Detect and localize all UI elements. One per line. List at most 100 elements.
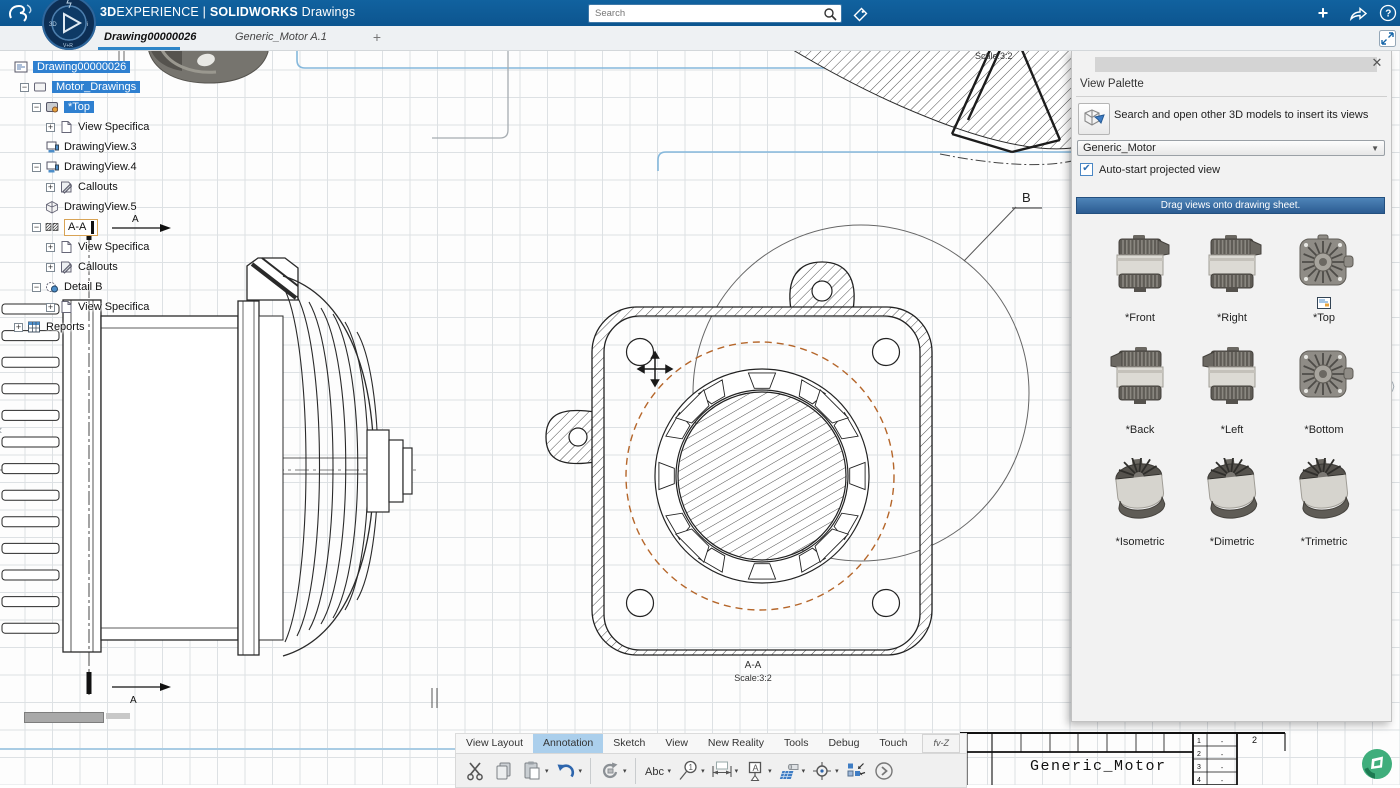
chevron-down-icon[interactable]: ▾ <box>701 767 705 775</box>
rebuild-button[interactable]: ▾ <box>596 757 630 785</box>
tree-item-a-a[interactable]: − A-A <box>6 217 149 237</box>
collapse-icon[interactable]: − <box>20 83 29 92</box>
chevron-down-icon[interactable]: ▾ <box>768 767 772 775</box>
collapse-icon[interactable]: − <box>32 163 41 172</box>
chevron-down-icon[interactable]: ▾ <box>668 767 672 775</box>
more-tools-button[interactable] <box>870 757 898 785</box>
copy-button[interactable] <box>490 757 518 785</box>
horizontal-scrollbar-track[interactable] <box>106 713 130 719</box>
horizontal-scrollbar-thumb[interactable] <box>24 712 104 723</box>
motor-thumbnail-image[interactable] <box>1292 458 1356 520</box>
3dexperience-compass[interactable]: 3D V+R i <box>41 0 97 51</box>
help-icon[interactable]: ? <box>1378 3 1398 23</box>
motor-thumbnail-image[interactable] <box>1292 234 1356 296</box>
motor-thumbnail-image[interactable] <box>1108 234 1172 296</box>
tab-drawing00000026[interactable]: Drawing00000026 <box>104 26 196 48</box>
ribbon-tab-touch[interactable]: Touch <box>869 734 917 753</box>
center-mark-button[interactable]: ▾ <box>808 757 842 785</box>
ribbon-tab-new-reality[interactable]: New Reality <box>698 734 774 753</box>
blocks-button[interactable] <box>842 757 870 785</box>
expand-icon[interactable]: + <box>46 263 55 272</box>
cut-button[interactable] <box>462 757 490 785</box>
tree-item-reports[interactable]: +Reports <box>6 317 149 337</box>
search-input[interactable] <box>589 8 823 19</box>
ribbon-tab-view[interactable]: View <box>655 734 698 753</box>
tree-item-detail-b[interactable]: −Detail B <box>6 277 149 297</box>
ribbon-tab-annotation[interactable]: Annotation <box>533 734 603 753</box>
view-thumb-back[interactable]: *Back <box>1094 341 1186 453</box>
add-icon[interactable]: + <box>1313 3 1333 23</box>
collapse-icon[interactable]: − <box>32 223 41 232</box>
tree-item-view-specifica[interactable]: +View Specifica <box>6 117 149 137</box>
collapse-panel-icon[interactable] <box>1379 30 1396 47</box>
left-edge-chevron-icon[interactable]: ‹ <box>0 422 2 437</box>
autostart-checkbox[interactable]: ✔ <box>1080 163 1093 176</box>
chevron-down-icon[interactable]: ▾ <box>623 767 627 775</box>
ribbon-tab-extra[interactable]: fv-Z <box>922 734 960 753</box>
collapse-icon[interactable]: − <box>32 103 41 112</box>
tree-item-drawing00000026[interactable]: Drawing00000026 <box>6 57 149 77</box>
motor-thumbnail-image[interactable] <box>1108 346 1172 408</box>
view-thumb-bottom[interactable]: *Bottom <box>1278 341 1370 453</box>
browse-models-button[interactable] <box>1078 103 1110 135</box>
chevron-down-icon[interactable]: ▾ <box>802 767 806 775</box>
expand-icon[interactable]: + <box>46 183 55 192</box>
balloon-button[interactable]: 1▾ <box>674 757 708 785</box>
share-icon[interactable] <box>1348 3 1368 23</box>
expand-icon[interactable]: + <box>46 123 55 132</box>
datum-feature-button[interactable]: A▾ <box>741 757 775 785</box>
tree-item-view-specifica[interactable]: +View Specifica <box>6 237 149 257</box>
ribbon-tab-view-layout[interactable]: View Layout <box>456 734 533 753</box>
expand-icon[interactable]: + <box>46 303 55 312</box>
tree-item--top[interactable]: −*Top <box>6 97 149 117</box>
motor-thumbnail-image[interactable] <box>1200 458 1264 520</box>
tree-item-drawingview-4[interactable]: −DrawingView.4 <box>6 157 149 177</box>
paste-button[interactable]: ▾ <box>518 757 552 785</box>
tree-item-callouts[interactable]: +Callouts <box>6 257 149 277</box>
motor-thumbnail-image[interactable] <box>1292 346 1356 408</box>
expand-icon[interactable]: + <box>46 243 55 252</box>
close-icon[interactable]: ✕ <box>1370 55 1384 71</box>
palette-drag-bar[interactable] <box>1095 57 1377 72</box>
tree-item-drawingview-5[interactable]: DrawingView.5 <box>6 197 149 217</box>
view-thumb-trimetric[interactable]: *Trimetric <box>1278 453 1370 565</box>
spell-check-button[interactable]: Abc▾ <box>641 757 675 785</box>
motor-thumbnail-image[interactable] <box>1200 346 1264 408</box>
panel-handle-icon[interactable]: ⟩ <box>1391 380 1395 393</box>
tree-item-motor-drawings[interactable]: −Motor_Drawings <box>6 77 149 97</box>
tree-item-view-specifica[interactable]: +View Specifica <box>6 297 149 317</box>
view-thumb-right[interactable]: *Right <box>1186 229 1278 341</box>
model-select[interactable]: Generic_Motor ▼ <box>1077 140 1385 156</box>
drawing-view-detail-fragment[interactable]: Scale:3:2 <box>793 50 1072 165</box>
motor-thumbnail-image[interactable] <box>1200 234 1264 296</box>
chevron-down-icon[interactable]: ▾ <box>735 767 739 775</box>
view-thumb-front[interactable]: *Front <box>1094 229 1186 341</box>
tab-generic-motor[interactable]: Generic_Motor A.1 <box>235 26 327 48</box>
collapse-icon[interactable]: − <box>32 283 41 292</box>
tree-item-drawingview-3[interactable]: DrawingView.3 <box>6 137 149 157</box>
ribbon-tab-tools[interactable]: Tools <box>774 734 819 753</box>
rename-field[interactable]: A-A <box>64 219 98 236</box>
undo-button[interactable]: ▾ <box>552 757 586 785</box>
smart-dimension-button[interactable]: ▾ <box>708 757 742 785</box>
search-icon[interactable] <box>823 7 837 21</box>
3ds-logo-icon[interactable] <box>7 2 35 24</box>
new-tab-button[interactable]: + <box>368 28 386 46</box>
view-thumb-isometric[interactable]: *Isometric <box>1094 453 1186 565</box>
tag-icon[interactable] <box>849 3 869 23</box>
drawing-view-section-aa[interactable]: B A-A Scale:3:2 <box>546 190 1042 683</box>
surface-finish-button[interactable]: ▾ <box>775 757 809 785</box>
chevron-down-icon[interactable]: ▾ <box>545 767 549 775</box>
motor-thumbnail-image[interactable] <box>1108 458 1172 520</box>
ribbon-tab-sketch[interactable]: Sketch <box>603 734 655 753</box>
view-thumb-left[interactable]: *Left <box>1186 341 1278 453</box>
tree-item-callouts[interactable]: +Callouts <box>6 177 149 197</box>
view-thumb-dimetric[interactable]: *Dimetric <box>1186 453 1278 565</box>
search-box[interactable] <box>588 4 842 23</box>
chevron-down-icon[interactable]: ▾ <box>835 767 839 775</box>
ribbon-tab-debug[interactable]: Debug <box>818 734 869 753</box>
feedback-widget-icon[interactable] <box>1361 748 1393 780</box>
expand-icon[interactable]: + <box>14 323 23 332</box>
chevron-down-icon[interactable]: ▾ <box>579 767 583 775</box>
view-thumb-top[interactable]: *Top <box>1278 229 1370 341</box>
